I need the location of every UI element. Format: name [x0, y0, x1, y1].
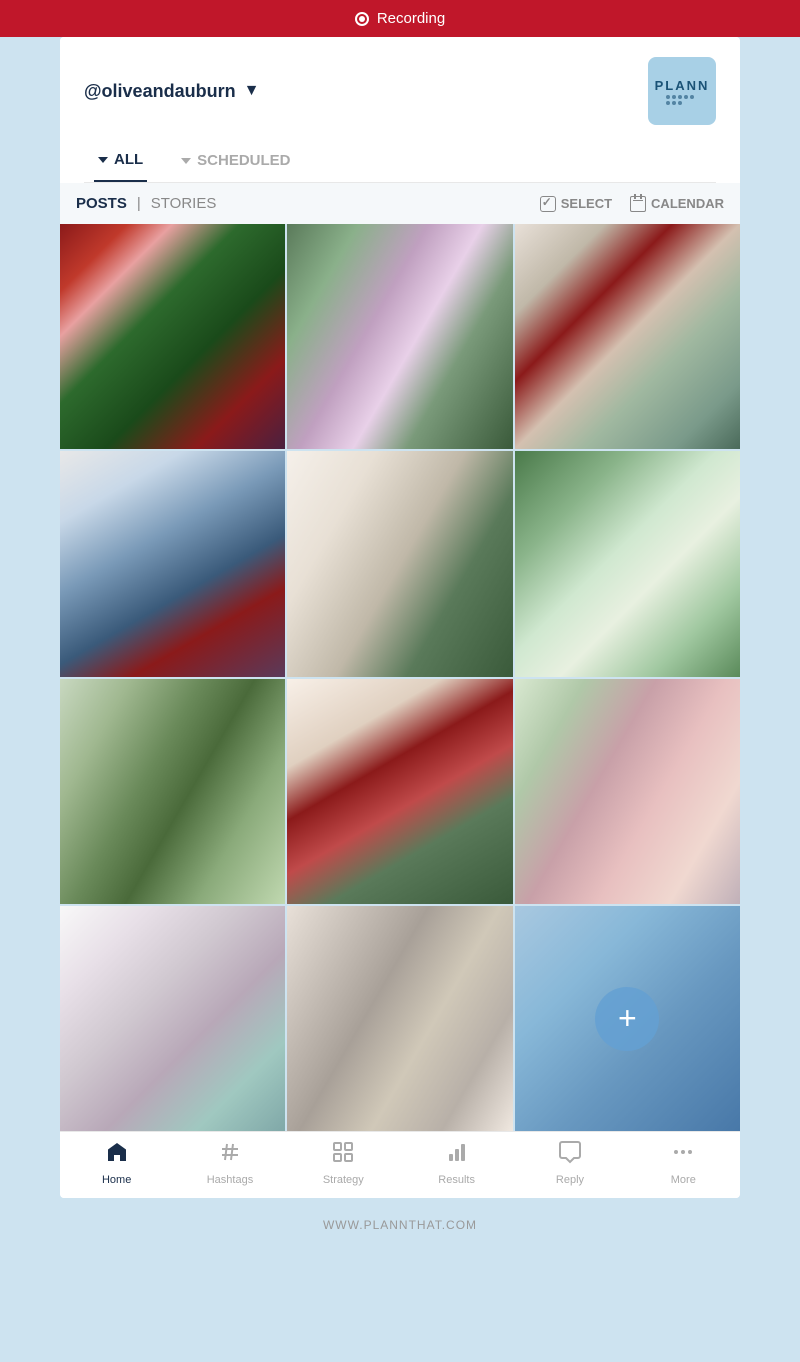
- content-toolbar: POSTS | STORIES SELECT CALENDAR: [60, 183, 740, 224]
- header: @oliveandauburn ▼ PLANN: [60, 37, 740, 183]
- photo-cell-6[interactable]: [515, 451, 740, 676]
- calendar-label: CALENDAR: [651, 196, 724, 211]
- nav-label-more: More: [671, 1174, 696, 1186]
- photo-cell-10[interactable]: [60, 906, 285, 1131]
- app-container: @oliveandauburn ▼ PLANN: [60, 37, 740, 1198]
- strategy-icon: [331, 1140, 355, 1170]
- plann-dot: [666, 101, 670, 105]
- recording-bar: Recording: [0, 0, 800, 37]
- plann-dot: [672, 95, 676, 99]
- view-tabs: ALL SCHEDULED: [84, 143, 716, 183]
- plann-dot: [678, 95, 682, 99]
- photo-cell-9[interactable]: [515, 679, 740, 904]
- photo-grid: +: [60, 224, 740, 1131]
- nav-item-hashtags[interactable]: Hashtags: [198, 1140, 262, 1186]
- plann-dot: [672, 101, 676, 105]
- plann-logo-dots: [666, 95, 698, 105]
- tab-scheduled-label: SCHEDULED: [197, 152, 290, 169]
- plann-dot: [678, 101, 682, 105]
- recording-dot-icon: [355, 12, 369, 26]
- plann-dot: [690, 95, 694, 99]
- recording-label: Recording: [377, 10, 445, 27]
- calendar-icon: [630, 196, 646, 212]
- plann-dot: [684, 95, 688, 99]
- add-post-button[interactable]: +: [595, 987, 659, 1051]
- select-label: SELECT: [561, 196, 612, 211]
- tab-stories[interactable]: STORIES: [151, 195, 217, 212]
- photo-cell-8[interactable]: [287, 679, 512, 904]
- nav-item-results[interactable]: Results: [425, 1140, 489, 1186]
- nav-item-reply[interactable]: Reply: [538, 1140, 602, 1186]
- header-top: @oliveandauburn ▼ PLANN: [84, 57, 716, 125]
- nav-label-hashtags: Hashtags: [207, 1174, 253, 1186]
- more-icon: [671, 1140, 695, 1170]
- reply-icon: [558, 1140, 582, 1170]
- footer-url: WWW.PLANNTHAT.COM: [323, 1218, 477, 1232]
- tab-all-label: ALL: [114, 151, 143, 168]
- toolbar-actions: SELECT CALENDAR: [540, 196, 724, 212]
- photo-cell-11[interactable]: [287, 906, 512, 1131]
- plann-logo: PLANN: [648, 57, 716, 125]
- nav-item-more[interactable]: More: [651, 1140, 715, 1186]
- account-selector[interactable]: @oliveandauburn ▼: [84, 81, 259, 102]
- home-icon: [105, 1140, 129, 1170]
- page-footer: WWW.PLANNTHAT.COM: [303, 1198, 497, 1252]
- tab-all[interactable]: ALL: [94, 143, 147, 182]
- nav-label-results: Results: [438, 1174, 475, 1186]
- tab-all-arrow-icon: [98, 157, 108, 163]
- select-icon: [540, 196, 556, 212]
- hashtags-icon: [218, 1140, 242, 1170]
- plann-dot: [666, 95, 670, 99]
- content-separator: |: [137, 195, 141, 212]
- dropdown-arrow-icon: ▼: [244, 82, 260, 100]
- photo-cell-2[interactable]: [287, 224, 512, 449]
- nav-label-home: Home: [102, 1174, 131, 1186]
- select-action[interactable]: SELECT: [540, 196, 612, 212]
- calendar-action[interactable]: CALENDAR: [630, 196, 724, 212]
- nav-item-strategy[interactable]: Strategy: [311, 1140, 375, 1186]
- nav-label-reply: Reply: [556, 1174, 584, 1186]
- content-tabs: POSTS | STORIES: [76, 195, 216, 212]
- tab-posts[interactable]: POSTS: [76, 195, 127, 212]
- nav-item-home[interactable]: Home: [85, 1140, 149, 1186]
- photo-cell-3[interactable]: [515, 224, 740, 449]
- account-name: @oliveandauburn: [84, 81, 236, 102]
- photo-cell-7[interactable]: [60, 679, 285, 904]
- tab-scheduled[interactable]: SCHEDULED: [177, 143, 294, 182]
- photo-cell-add[interactable]: +: [515, 906, 740, 1131]
- nav-label-strategy: Strategy: [323, 1174, 364, 1186]
- results-icon: [445, 1140, 469, 1170]
- plann-logo-text: PLANN: [655, 78, 710, 93]
- tab-scheduled-arrow-icon: [181, 158, 191, 164]
- photo-cell-1[interactable]: [60, 224, 285, 449]
- photo-cell-5[interactable]: [287, 451, 512, 676]
- photo-cell-4[interactable]: [60, 451, 285, 676]
- bottom-nav: Home Hashtags: [60, 1131, 740, 1198]
